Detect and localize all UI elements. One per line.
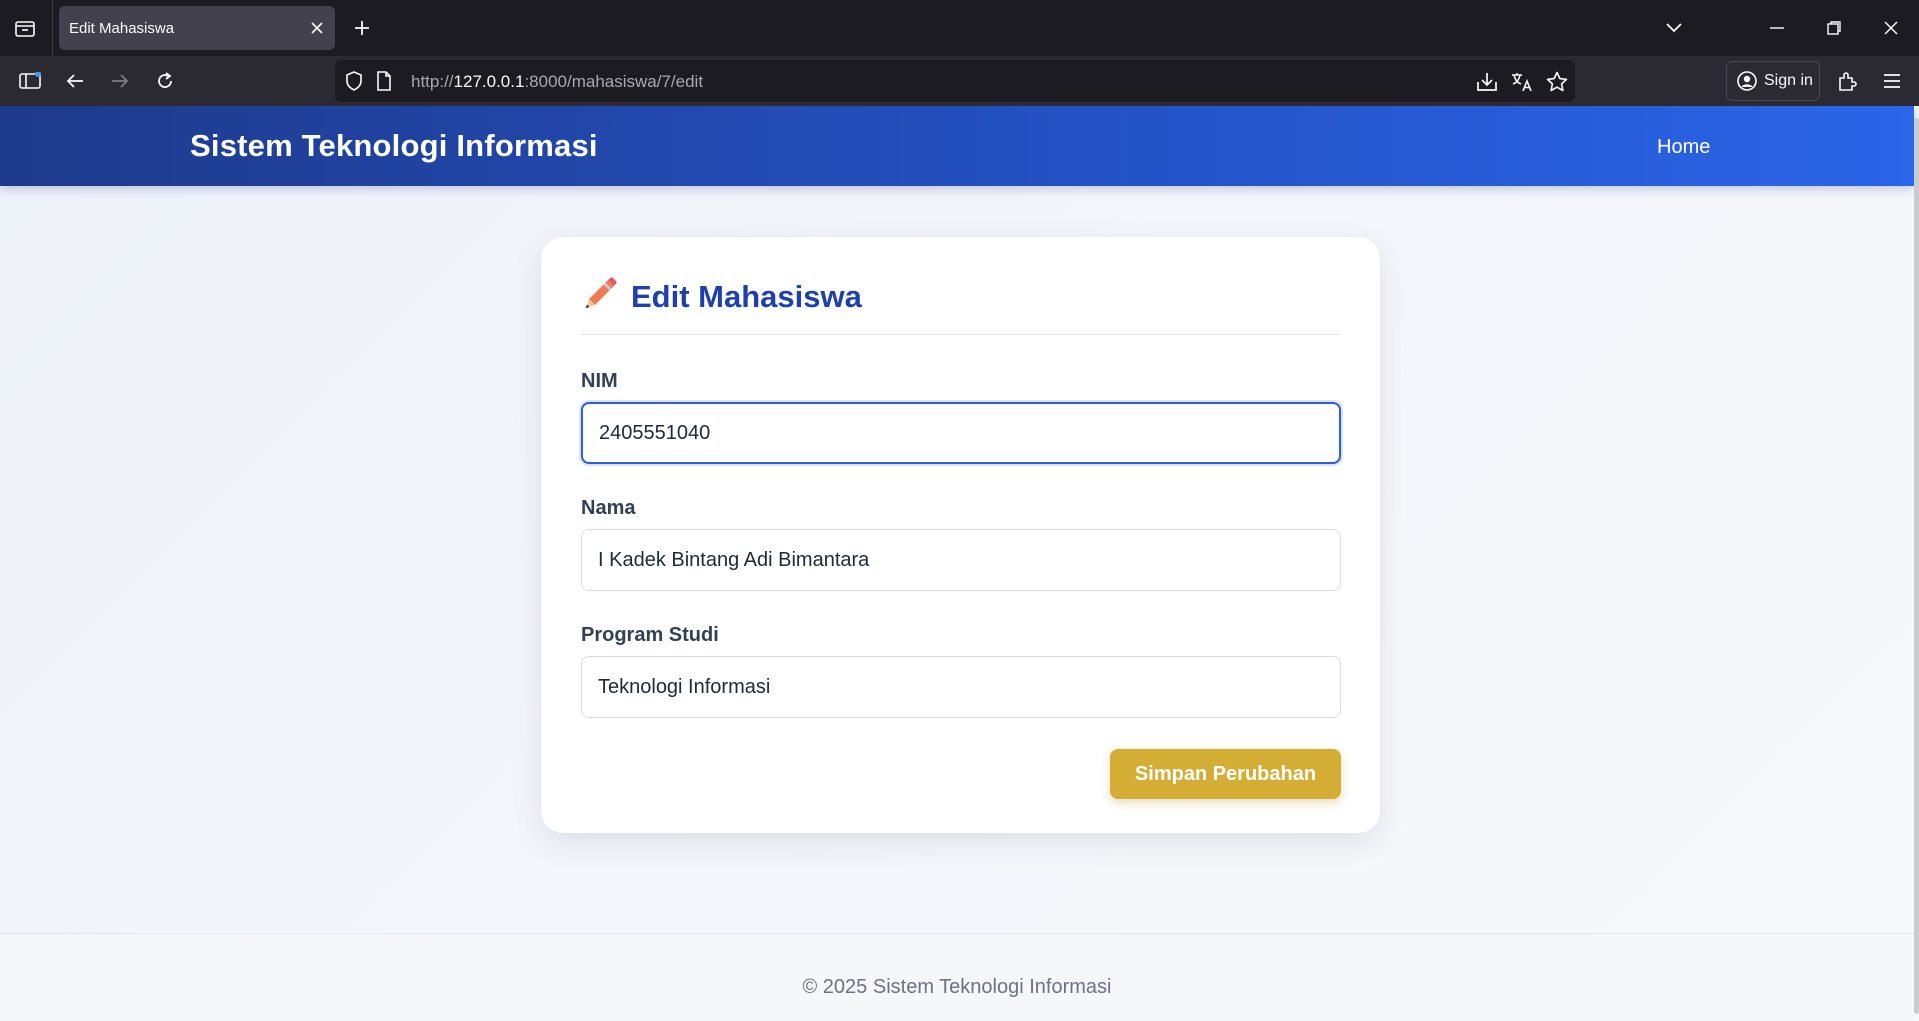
site-header: Sistem Teknologi Informasi Home: [0, 106, 1914, 186]
extensions-icon[interactable]: [1832, 67, 1862, 95]
nama-input[interactable]: [581, 529, 1341, 591]
url-path: :8000/mahasiswa/7/edit: [524, 72, 704, 91]
pencil-icon: [585, 277, 617, 309]
browser-nav-bar: http://127.0.0.1:8000/mahasiswa/7/edit S…: [0, 56, 1919, 106]
menu-icon[interactable]: [1877, 67, 1907, 95]
back-arrow-icon[interactable]: [60, 67, 90, 95]
sign-in-label: Sign in: [1764, 72, 1813, 89]
save-changes-button[interactable]: Simpan Perubahan: [1110, 749, 1341, 799]
sign-in-button[interactable]: Sign in: [1726, 61, 1820, 101]
page-scrollbar[interactable]: [1914, 118, 1919, 1014]
site-title[interactable]: Sistem Teknologi Informasi: [190, 128, 598, 164]
page-viewport: Sistem Teknologi Informasi Home Edit Mah…: [0, 106, 1919, 1021]
form-title: Edit Mahasiswa: [631, 279, 862, 314]
star-icon[interactable]: [1545, 70, 1569, 94]
browser-tab-bar: Edit Mahasiswa: [0, 0, 1919, 56]
restore-icon[interactable]: [1819, 14, 1849, 42]
nav-home-link[interactable]: Home: [1657, 136, 1710, 159]
program-studi-input[interactable]: [581, 656, 1341, 718]
address-bar[interactable]: http://127.0.0.1:8000/mahasiswa/7/edit: [335, 60, 1575, 102]
account-icon: [1737, 71, 1757, 91]
nim-label: NIM: [581, 370, 618, 392]
form-header: Edit Mahasiswa: [581, 277, 1341, 335]
tab-title: Edit Mahasiswa: [69, 20, 175, 37]
forward-arrow-icon[interactable]: [105, 67, 135, 95]
sidebar-toggle-icon[interactable]: [15, 67, 45, 95]
nama-label: Nama: [581, 497, 636, 519]
url-host: 127.0.0.1: [453, 72, 525, 91]
chevron-down-icon[interactable]: [1660, 14, 1688, 42]
page-icon[interactable]: [373, 70, 395, 92]
browser-tab[interactable]: Edit Mahasiswa: [59, 6, 335, 50]
download-icon[interactable]: [1475, 70, 1499, 94]
site-footer: © 2025 Sistem Teknologi Informasi: [0, 933, 1914, 1021]
new-tab-icon[interactable]: [348, 14, 376, 42]
footer-copyright: © 2025 Sistem Teknologi Informasi: [802, 976, 1112, 998]
minimize-icon[interactable]: [1762, 14, 1792, 42]
reload-icon[interactable]: [150, 67, 180, 95]
tab-separator: [52, 0, 53, 56]
edit-form-card: Edit Mahasiswa NIM Nama Program Studi Si…: [541, 237, 1380, 833]
close-window-icon[interactable]: [1876, 14, 1906, 42]
url-text[interactable]: http://127.0.0.1:8000/mahasiswa/7/edit: [411, 72, 703, 92]
url-prefix: http://: [411, 72, 454, 91]
shield-icon[interactable]: [343, 70, 365, 92]
program-studi-label: Program Studi: [581, 624, 719, 646]
close-tab-icon[interactable]: [307, 18, 327, 38]
nim-input[interactable]: [581, 402, 1341, 464]
translate-icon[interactable]: [1510, 70, 1534, 94]
tab-manager-icon[interactable]: [10, 14, 40, 42]
